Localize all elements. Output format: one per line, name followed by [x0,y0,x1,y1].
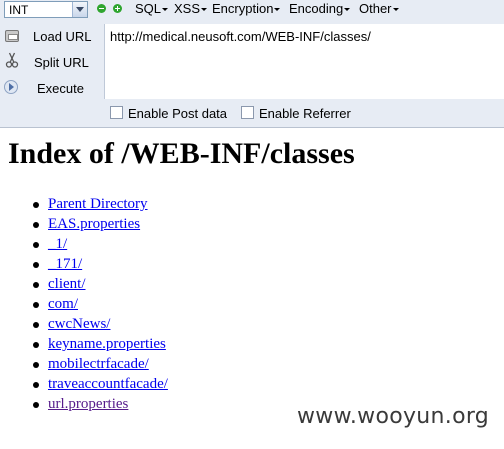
list-item: _171/ [0,254,168,274]
entry-link-url-properties[interactable]: url.properties [48,396,128,412]
hackbar-menu-bar: INT SQL XSS Encryption Encoding Other [0,0,504,20]
menu-sql[interactable]: SQL [135,1,169,16]
entry-link-mobilectrfacade[interactable]: mobilectrfacade/ [48,356,149,372]
bullet-icon [33,342,39,348]
list-item: _1/ [0,234,168,254]
url-textarea[interactable]: http://medical.neusoft.com/WEB-INF/class… [104,24,504,99]
entry-link-171[interactable]: _171/ [48,256,82,272]
list-item: com/ [0,294,168,314]
dropdown-arrow-icon [274,8,281,12]
entry-link-parent-directory[interactable]: Parent Directory [48,196,148,212]
dropdown-arrow-icon [201,8,208,12]
load-url-button[interactable]: Load URL [33,29,92,44]
bullet-icon [33,202,39,208]
watermark: www.wooyun.org [297,404,490,429]
entry-link-1[interactable]: _1/ [48,236,67,252]
entry-link-keyname-properties[interactable]: keyname.properties [48,336,166,352]
menu-other[interactable]: Other [359,1,399,16]
enable-post-data-label[interactable]: Enable Post data [128,106,227,121]
menu-encoding[interactable]: Encoding [289,1,351,16]
decrease-icon[interactable] [97,4,106,13]
list-item: client/ [0,274,168,294]
page-title: Index of /WEB-INF/classes [8,137,355,170]
list-item: traveaccountfacade/ [0,374,168,394]
bullet-icon [33,382,39,388]
enable-referrer-checkbox[interactable] [241,106,254,119]
list-item: cwcNews/ [0,314,168,334]
menu-xss[interactable]: XSS [174,1,208,16]
bullet-icon [33,302,39,308]
bullet-icon [33,322,39,328]
entry-link-client[interactable]: client/ [48,276,86,292]
list-item: Parent Directory [0,194,168,214]
scissors-icon[interactable] [5,52,19,68]
encoding-type-select[interactable]: INT [4,1,88,18]
load-url-icon[interactable] [5,30,19,42]
bullet-icon [33,242,39,248]
list-item: mobilectrfacade/ [0,354,168,374]
url-text: http://medical.neusoft.com/WEB-INF/class… [110,29,371,44]
list-item: EAS.properties [0,214,168,234]
entry-link-eas-properties[interactable]: EAS.properties [48,216,140,232]
directory-listing: Parent Directory EAS.properties _1/ _171… [0,194,168,414]
list-item: keyname.properties [0,334,168,354]
dropdown-arrow-icon [162,8,169,12]
bullet-icon [33,222,39,228]
entry-link-traveaccountfacade[interactable]: traveaccountfacade/ [48,376,168,392]
enable-post-data-checkbox[interactable] [110,106,123,119]
execute-button[interactable]: Execute [37,81,84,96]
menu-encryption[interactable]: Encryption [212,1,281,16]
bullet-icon [33,282,39,288]
entry-link-cwcnews[interactable]: cwcNews/ [48,316,110,332]
dropdown-arrow-icon [344,8,351,12]
encoding-type-value: INT [9,3,29,17]
execute-icon[interactable] [4,80,18,94]
hackbar-toolbar: INT SQL XSS Encryption Encoding Other Lo… [0,0,504,128]
list-item: url.properties [0,394,168,414]
increase-icon[interactable] [113,4,122,13]
enable-referrer-label[interactable]: Enable Referrer [259,106,351,121]
split-url-button[interactable]: Split URL [34,55,89,70]
chevron-down-icon[interactable] [72,2,87,17]
entry-link-com[interactable]: com/ [48,296,78,312]
bullet-icon [33,262,39,268]
dropdown-arrow-icon [392,8,399,12]
bullet-icon [33,362,39,368]
bullet-icon [33,402,39,408]
